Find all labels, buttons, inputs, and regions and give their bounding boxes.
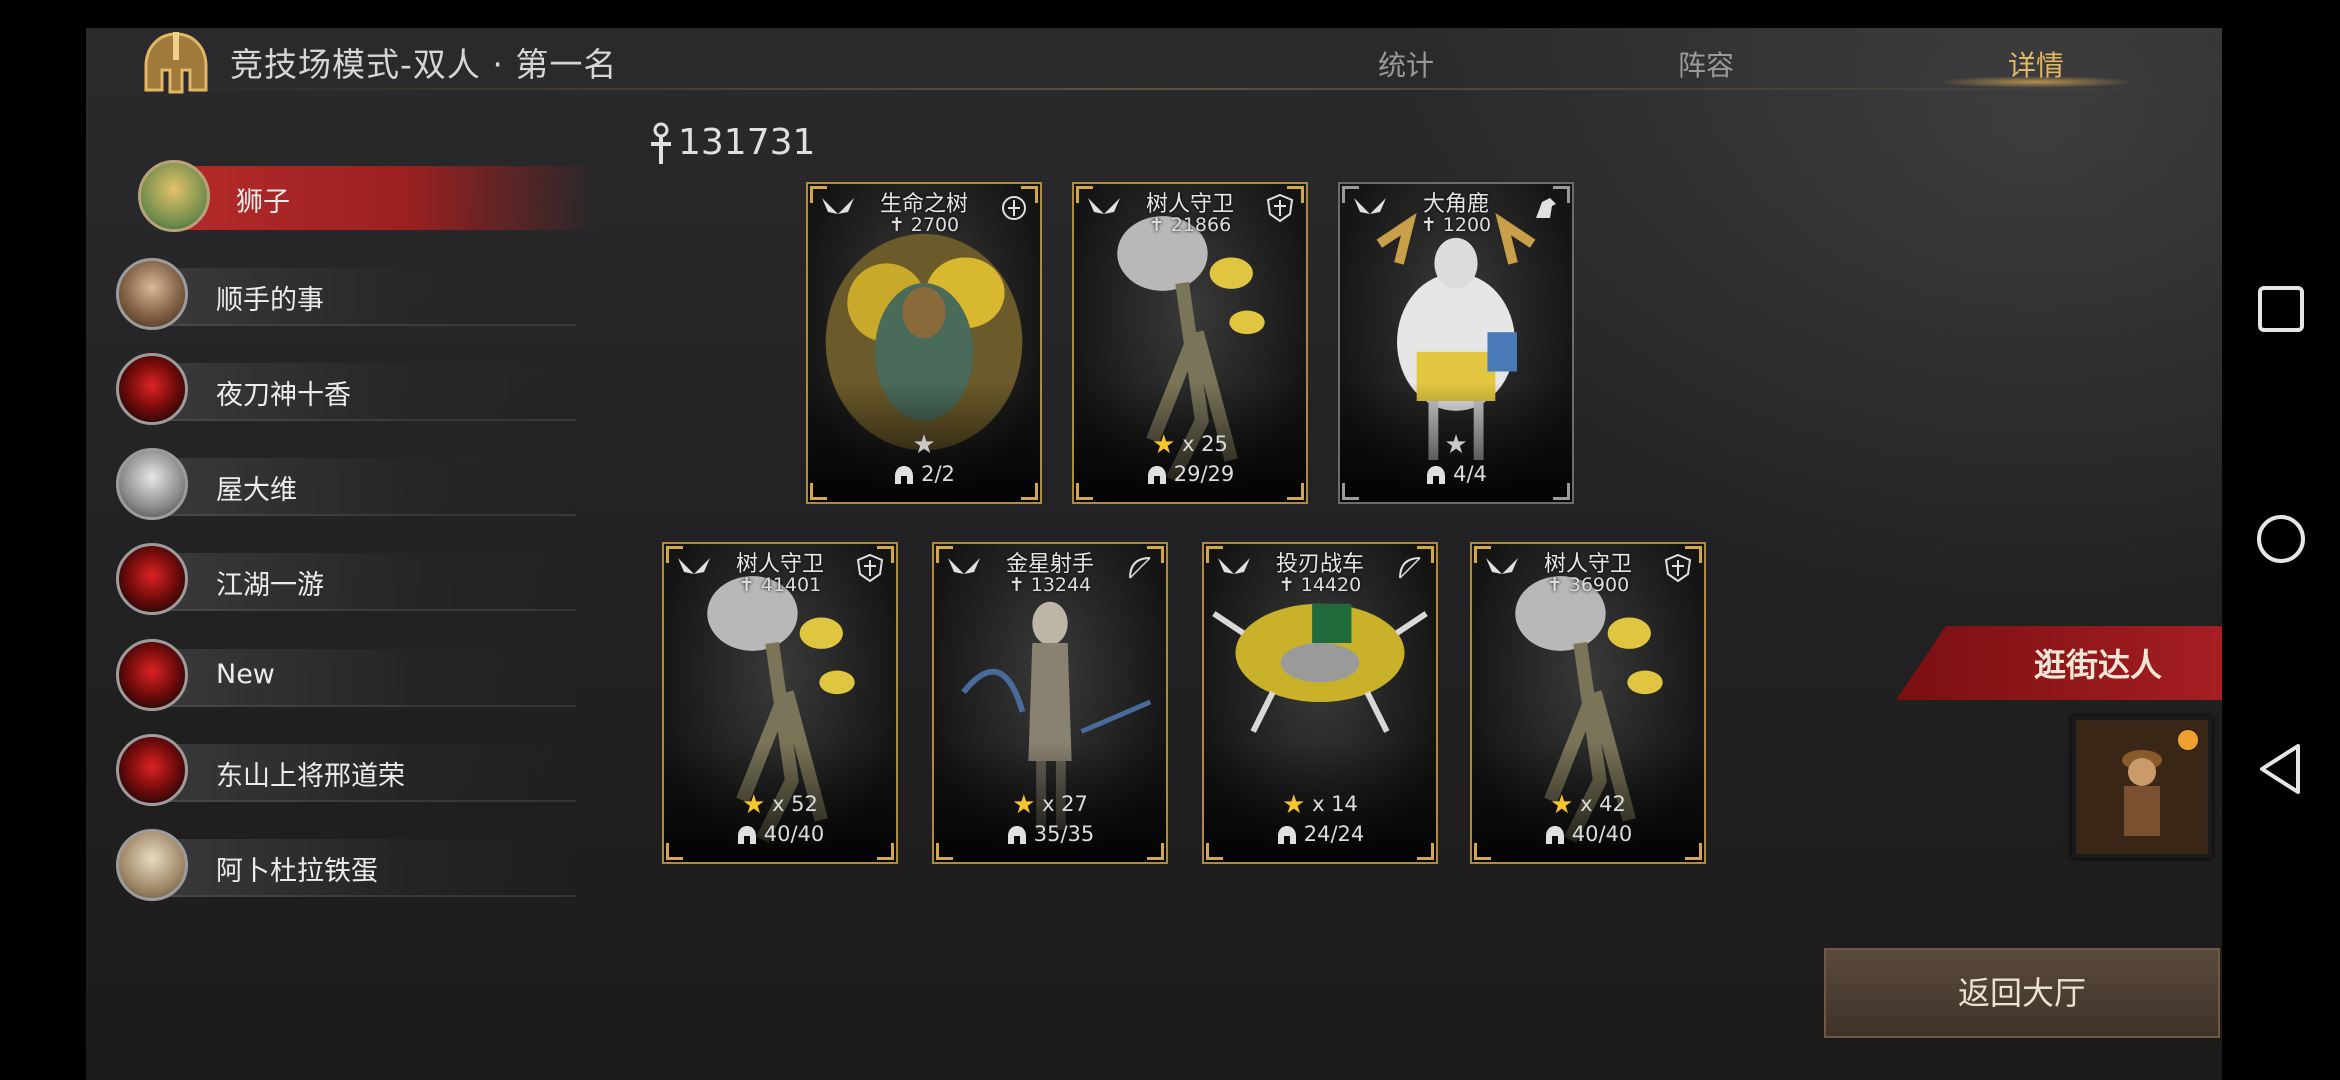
tab-lineup[interactable]: 阵容: [1646, 44, 1766, 84]
unit-count: 24/24: [1204, 822, 1436, 846]
player-name: 江湖一游: [216, 570, 324, 601]
unit-stars: ★ x 42: [1550, 790, 1626, 820]
avatar: [116, 639, 188, 711]
helmet-icon: [1277, 826, 1296, 844]
star-icon: ★: [1152, 430, 1176, 460]
helmet-icon: [737, 826, 756, 844]
unit-count: 2/2: [808, 462, 1040, 486]
system-nav-bar: [2222, 0, 2340, 1080]
star-icon: ★: [1012, 790, 1036, 820]
avatar: [116, 353, 188, 425]
home-icon[interactable]: [2244, 502, 2318, 576]
achievement-badge[interactable]: [2072, 716, 2212, 858]
unit-card[interactable]: 投刃战车 ✝ 14420 ★ x 14 24/24: [1202, 542, 1438, 864]
unit-power: ✝ 41401: [738, 574, 822, 596]
unit-power: ✝ 1200: [1420, 214, 1492, 236]
back-icon[interactable]: [2244, 732, 2318, 806]
unit-count: 40/40: [664, 822, 896, 846]
star-icon: ★: [912, 430, 936, 460]
unit-card[interactable]: 生命之树 ✝ 2700 ★ 2/2: [806, 182, 1042, 504]
player-name: New: [216, 659, 275, 690]
unit-card[interactable]: 金星射手 ✝ 13244 ★ x 27 35/35: [932, 542, 1168, 864]
explorer-portrait: [2076, 720, 2208, 854]
avatar: [116, 448, 188, 520]
total-power-value: 131731: [678, 122, 816, 163]
unit-stars: ★: [1340, 430, 1572, 460]
unit-count: 40/40: [1472, 822, 1704, 846]
star-icon: ★: [1444, 430, 1468, 460]
player-name: 狮子: [236, 187, 290, 218]
status-bar: [86, 0, 2222, 28]
player-name: 夜刀神十香: [216, 380, 351, 411]
player-item[interactable]: 屋大维: [116, 446, 576, 526]
unit-card[interactable]: 树人守卫 ✝ 36900 ★ x 42 40/40: [1470, 542, 1706, 864]
helmet-icon: [1147, 466, 1166, 484]
star-icon: ★: [1550, 790, 1574, 820]
player-item[interactable]: New: [116, 637, 576, 717]
unit-count: 35/35: [934, 822, 1166, 846]
achievement-title: 逛街达人: [2034, 646, 2163, 684]
unit-stars: ★: [808, 430, 1040, 460]
player-item[interactable]: 顺手的事: [116, 256, 576, 336]
player-item[interactable]: 江湖一游: [116, 541, 576, 621]
star-icon: ★: [1282, 790, 1306, 820]
helmet-icon: [1427, 466, 1446, 484]
unit-power: ✝ 2700: [888, 214, 960, 236]
unit-stars: ★ x 14: [1282, 790, 1358, 820]
active-tab-indicator: [1936, 76, 2136, 88]
header-divider: [126, 88, 2186, 90]
unit-count: 4/4: [1340, 462, 1572, 486]
unit-power: ✝ 14420: [1278, 574, 1362, 596]
unit-stars: ★ x 25: [1152, 430, 1228, 460]
player-name: 顺手的事: [216, 285, 324, 316]
unit-stars: ★ x 27: [1012, 790, 1088, 820]
avatar: [138, 160, 210, 232]
unit-power: ✝ 21866: [1148, 214, 1232, 236]
player-item[interactable]: 东山上将邢道荣: [116, 732, 576, 812]
tab-stats[interactable]: 统计: [1346, 44, 1466, 84]
avatar: [116, 543, 188, 615]
player-item-selected[interactable]: 狮子: [116, 158, 596, 238]
unit-stars: ★ x 52: [742, 790, 818, 820]
helmet-icon: [1007, 826, 1026, 844]
player-item[interactable]: 阿卜杜拉铁蛋: [116, 827, 576, 907]
recent-apps-icon[interactable]: [2244, 272, 2318, 346]
return-lobby-button[interactable]: 返回大厅: [1824, 948, 2220, 1038]
unit-card[interactable]: 树人守卫 ✝ 21866 ★ x 25 29/29: [1072, 182, 1308, 504]
spartan-helmet-icon: [144, 32, 208, 94]
game-screen: 竞技场模式-双人 · 第一名 统计 阵容 详情 狮子 顺手的事 夜刀神十香 屋大…: [86, 0, 2222, 1080]
unit-card[interactable]: 大角鹿 ✝ 1200 ★ 4/4: [1338, 182, 1574, 504]
avatar: [116, 258, 188, 330]
total-power: 131731: [648, 122, 815, 166]
avatar: [116, 829, 188, 901]
avatar: [116, 734, 188, 806]
player-name: 阿卜杜拉铁蛋: [216, 856, 378, 887]
unit-count: 29/29: [1074, 462, 1306, 486]
helmet-icon: [895, 466, 914, 484]
unit-card[interactable]: 树人守卫 ✝ 41401 ★ x 52 40/40: [662, 542, 898, 864]
unit-power: ✝ 36900: [1546, 574, 1630, 596]
player-name: 屋大维: [216, 475, 297, 506]
power-icon: [651, 122, 671, 164]
mode-title: 竞技场模式-双人 · 第一名: [230, 45, 618, 84]
helmet-icon: [1545, 826, 1564, 844]
player-name: 东山上将邢道荣: [216, 761, 405, 792]
player-item[interactable]: 夜刀神十香: [116, 351, 576, 431]
unit-power: ✝ 13244: [1008, 574, 1092, 596]
star-icon: ★: [742, 790, 766, 820]
